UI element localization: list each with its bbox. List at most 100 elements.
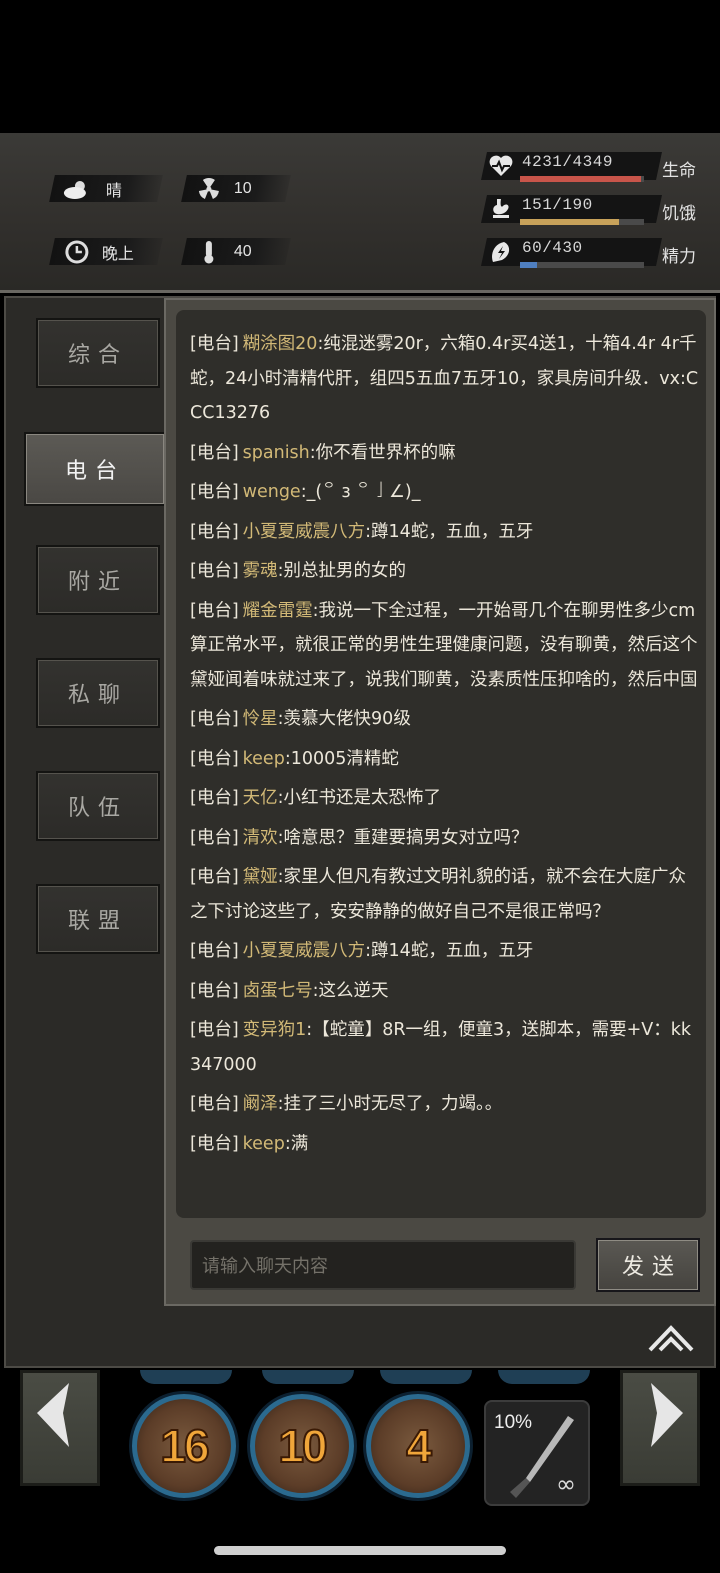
chat-message: [电台] 糊涂图20:纯混迷雾20r，六箱0.4r买4送1，十箱4.4r 4r千蛇… <box>190 327 702 431</box>
message-sender[interactable]: 怜星 <box>243 709 278 729</box>
message-sender[interactable]: keep <box>243 1134 285 1154</box>
message-sender[interactable]: 糊涂图20 <box>243 334 318 354</box>
message-channel: [电台] <box>190 1094 239 1114</box>
send-button[interactable]: 发送 <box>596 1238 700 1292</box>
message-sender[interactable]: 卤蛋七号 <box>243 981 313 1001</box>
chat-window: 综合 电台 附近 私聊 队伍 联盟 [电台] 糊涂图20:纯混迷雾20r，六箱0.… <box>4 296 716 1368</box>
radiation-stat: 10 <box>181 175 291 202</box>
tab-team[interactable]: 队伍 <box>36 771 160 841</box>
chat-message: [电台] 小夏夏威震八方:蹲14蛇，五血，五牙 <box>190 934 702 969</box>
message-channel: [电台] <box>190 1133 239 1154</box>
message-channel: [电台] <box>190 334 239 354</box>
message-text: :你不看世界杯的嘛 <box>309 442 456 463</box>
weapon-slot[interactable]: 10% ∞ <box>484 1400 590 1506</box>
message-channel: [电台] <box>190 980 239 1001</box>
chat-input[interactable]: 请输入聊天内容 <box>190 1240 576 1290</box>
message-text: :啥意思？重建要搞男女对立吗？ <box>277 827 529 848</box>
vital-life: 4231/4349 生命 <box>481 148 714 182</box>
message-channel: [电台] <box>190 521 239 542</box>
message-sender[interactable]: 黛娅 <box>243 867 278 887</box>
message-sender[interactable]: 变异狗1 <box>243 1020 307 1040</box>
skill-dash-button[interactable]: 4 <box>366 1394 470 1498</box>
message-sender[interactable]: spanish <box>243 443 310 463</box>
vital-energy: 60/430 精力 <box>481 234 714 268</box>
chat-message: [电台] 变异狗1:【蛇童】8R一组，便童3，送脚本，需要+V：kk347000 <box>190 1013 702 1082</box>
clock-icon <box>62 240 92 264</box>
message-sender[interactable]: 清欢 <box>243 828 278 848</box>
home-indicator[interactable] <box>214 1546 506 1555</box>
life-value: 4231/4349 <box>522 153 613 171</box>
arrow-right-icon <box>651 1383 683 1447</box>
message-text: :蹲14蛇，五血，五牙 <box>365 521 534 542</box>
hunger-value: 151/190 <box>522 196 593 214</box>
time-label: 晚上 <box>102 245 135 263</box>
chat-message: [电台] spanish:你不看世界杯的嘛 <box>190 436 702 471</box>
message-channel: [电台] <box>190 709 239 729</box>
message-channel: [电台] <box>190 788 239 808</box>
message-channel: [电台] <box>190 748 239 769</box>
message-channel: [电台] <box>190 867 239 887</box>
hunger-label: 饥饿 <box>662 204 696 224</box>
message-text: :挂了三小时无尽了，力竭。。 <box>277 1094 503 1114</box>
skill-count: 4 <box>405 1419 433 1473</box>
status-panel: 晴 10 晚上 40 4231/4349 生命 151/190 饥饿 60/43… <box>0 133 720 403</box>
time-stat: 晚上 <box>49 238 163 265</box>
collapse-chevron-icon[interactable] <box>646 1324 696 1354</box>
prev-page-button[interactable] <box>20 1370 100 1486</box>
skill-count: 16 <box>159 1419 210 1473</box>
message-channel: [电台] <box>190 1020 239 1040</box>
next-page-button[interactable] <box>620 1370 700 1486</box>
life-label: 生命 <box>662 161 696 181</box>
message-channel: [电台] <box>190 941 239 961</box>
chat-message: [电台] 阚泽:挂了三小时无尽了，力竭。。 <box>190 1087 702 1122</box>
weather-stat: 晴 <box>49 175 163 202</box>
hunger-bar <box>520 219 644 225</box>
chat-message: [电台] 小夏夏威震八方:蹲14蛇，五血，五牙 <box>190 515 702 550</box>
tab-private[interactable]: 私聊 <box>36 658 160 728</box>
chat-message: [电台] 清欢:啥意思？重建要搞男女对立吗？ <box>190 821 702 856</box>
message-channel: [电台] <box>190 827 239 848</box>
message-text: :10005清精蛇 <box>284 748 399 769</box>
vital-hunger: 151/190 饥饿 <box>481 191 714 225</box>
weapon-uses: ∞ <box>556 1470 576 1498</box>
message-sender[interactable]: 阚泽 <box>243 1094 278 1114</box>
chat-message: [电台] 天亿:小红书还是太恐怖了 <box>190 781 702 816</box>
message-text: :满 <box>284 1133 309 1154</box>
chat-message: [电台] 怜星:羡慕大佬快90级 <box>190 702 702 737</box>
thermometer-icon <box>194 240 224 264</box>
temperature-value: 40 <box>234 242 252 260</box>
chat-message: [电台] keep:10005清精蛇 <box>190 742 702 777</box>
message-text: :小红书还是太恐怖了 <box>277 788 442 808</box>
message-sender[interactable]: 小夏夏威震八方 <box>243 941 366 961</box>
chat-message: [电台] 黛娅:家里人但凡有教过文明礼貌的话，就不会在大庭广众之下讨论这些了，安安… <box>190 860 702 929</box>
message-text: :别总扯男的女的 <box>277 561 407 581</box>
message-sender[interactable]: 雾魂 <box>243 561 278 581</box>
message-list[interactable]: [电台] 糊涂图20:纯混迷雾20r，六箱0.4r买4送1，十箱4.4r 4r千蛇… <box>176 310 706 1218</box>
weather-label: 晴 <box>106 182 123 200</box>
message-channel: [电台] <box>190 600 239 621</box>
message-sender[interactable]: 小夏夏威震八方 <box>243 522 366 542</box>
tab-radio[interactable]: 电台 <box>24 432 164 506</box>
message-text: :羡慕大佬快90级 <box>277 709 411 729</box>
message-sender[interactable]: keep <box>243 749 285 769</box>
skill-count: 10 <box>277 1419 328 1473</box>
tab-general[interactable]: 综合 <box>36 318 160 388</box>
chat-message: [电台] 耀金雷霆:我说一下全过程，一开始哥几个在聊男性多少cm算正常水平，就很正… <box>190 594 702 698</box>
tab-nearby[interactable]: 附近 <box>36 545 160 615</box>
energy-value: 60/430 <box>522 239 583 257</box>
tab-alliance[interactable]: 联盟 <box>36 884 160 954</box>
knife-icon <box>510 1416 574 1498</box>
chat-input-placeholder: 请输入聊天内容 <box>202 1256 328 1277</box>
skill-slash-button[interactable]: 16 <box>132 1394 236 1498</box>
chat-panel: [电台] 糊涂图20:纯混迷雾20r，六箱0.4r买4送1，十箱4.4r 4r千蛇… <box>164 298 716 1306</box>
energy-icon <box>488 240 514 264</box>
message-sender[interactable]: wenge <box>243 482 301 502</box>
message-text: :这么逆天 <box>312 980 389 1001</box>
message-sender[interactable]: 天亿 <box>243 788 278 808</box>
message-sender[interactable]: 耀金雷霆 <box>243 601 313 621</box>
skill-smash-button[interactable]: 10 <box>250 1394 354 1498</box>
stomach-icon <box>488 197 514 221</box>
heart-rate-icon <box>488 154 514 178</box>
energy-label: 精力 <box>662 247 696 267</box>
message-channel: [电台] <box>190 442 239 463</box>
